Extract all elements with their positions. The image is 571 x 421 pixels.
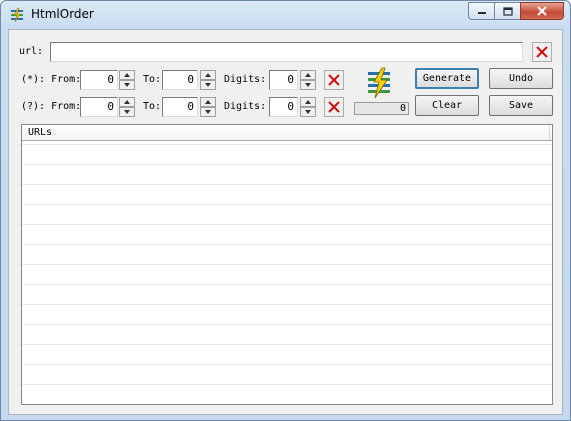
up-arrow-icon — [205, 100, 211, 104]
maximize-button[interactable] — [494, 2, 520, 20]
url-label: url: — [19, 46, 44, 57]
urls-column-header[interactable]: URLs — [22, 125, 552, 141]
down-arrow-icon — [124, 110, 130, 114]
up-arrow-icon — [205, 73, 211, 77]
undo-button[interactable]: Undo — [489, 68, 553, 89]
question-to-input[interactable]: 0 — [162, 97, 198, 117]
title-bar[interactable]: HtmlOrder — [1, 1, 570, 29]
star-from-label: (*): From: — [21, 74, 82, 85]
question-digits-label: Digits: — [224, 101, 267, 112]
spin-down-button[interactable] — [200, 80, 216, 90]
down-arrow-icon — [305, 110, 311, 114]
star-from-input[interactable]: 0 — [80, 70, 118, 90]
question-to-spinner[interactable] — [200, 97, 216, 117]
maximize-icon — [502, 6, 513, 16]
app-window: HtmlOrder url: (*): From: 0 To: 0 Digits… — [0, 0, 571, 421]
url-input[interactable] — [50, 42, 523, 62]
question-digits-spinner[interactable] — [300, 97, 316, 117]
question-from-spinner[interactable] — [119, 97, 135, 117]
question-to-label: To: — [143, 101, 162, 112]
star-digits-input[interactable]: 0 — [269, 70, 298, 90]
htmlorder-logo-icon — [368, 67, 390, 99]
window-title: HtmlOrder — [31, 7, 94, 21]
clear-star-row-button[interactable] — [324, 70, 344, 90]
clear-url-button[interactable] — [532, 42, 552, 62]
question-from-input[interactable]: 0 — [80, 97, 118, 117]
star-to-spinner[interactable] — [200, 70, 216, 90]
star-digits-spinner[interactable] — [300, 70, 316, 90]
star-digits-label: Digits: — [224, 74, 267, 85]
column-divider — [549, 125, 550, 140]
down-arrow-icon — [124, 83, 130, 87]
red-x-icon — [536, 46, 548, 58]
down-arrow-icon — [205, 110, 211, 114]
star-to-label: To: — [143, 74, 162, 85]
up-arrow-icon — [124, 100, 130, 104]
spin-up-button[interactable] — [119, 70, 135, 80]
save-button[interactable]: Save — [489, 95, 553, 116]
up-arrow-icon — [124, 73, 130, 77]
generate-button[interactable]: Generate — [415, 68, 479, 89]
spin-up-button[interactable] — [300, 70, 316, 80]
question-from-label: (?): From: — [21, 101, 82, 112]
minimize-icon — [477, 12, 486, 14]
clear-button[interactable]: Clear — [415, 95, 479, 116]
spin-down-button[interactable] — [119, 80, 135, 90]
spin-down-button[interactable] — [119, 107, 135, 117]
spin-up-button[interactable] — [200, 70, 216, 80]
clear-question-row-button[interactable] — [324, 97, 344, 117]
up-arrow-icon — [305, 100, 311, 104]
red-x-icon — [328, 101, 340, 113]
question-digits-input[interactable]: 0 — [269, 97, 298, 117]
star-from-spinner[interactable] — [119, 70, 135, 90]
red-x-icon — [328, 74, 340, 86]
spin-down-button[interactable] — [200, 107, 216, 117]
minimize-button[interactable] — [468, 2, 494, 20]
htmlorder-app-icon — [11, 7, 23, 23]
down-arrow-icon — [305, 83, 311, 87]
caption-buttons — [468, 2, 564, 20]
progress-value: 0 — [399, 103, 406, 114]
client-area: url: (*): From: 0 To: 0 Digits: 0 (?): F… — [8, 29, 563, 415]
urls-column-label: URLs — [28, 127, 53, 138]
progress-bar: 0 — [354, 102, 409, 115]
up-arrow-icon — [305, 73, 311, 77]
spin-up-button[interactable] — [119, 97, 135, 107]
spin-up-button[interactable] — [300, 97, 316, 107]
star-to-input[interactable]: 0 — [162, 70, 198, 90]
spin-down-button[interactable] — [300, 80, 316, 90]
down-arrow-icon — [205, 83, 211, 87]
urls-list[interactable]: URLs — [21, 124, 553, 405]
spin-up-button[interactable] — [200, 97, 216, 107]
close-icon — [537, 6, 547, 16]
spin-down-button[interactable] — [300, 107, 316, 117]
close-button[interactable] — [520, 2, 564, 20]
